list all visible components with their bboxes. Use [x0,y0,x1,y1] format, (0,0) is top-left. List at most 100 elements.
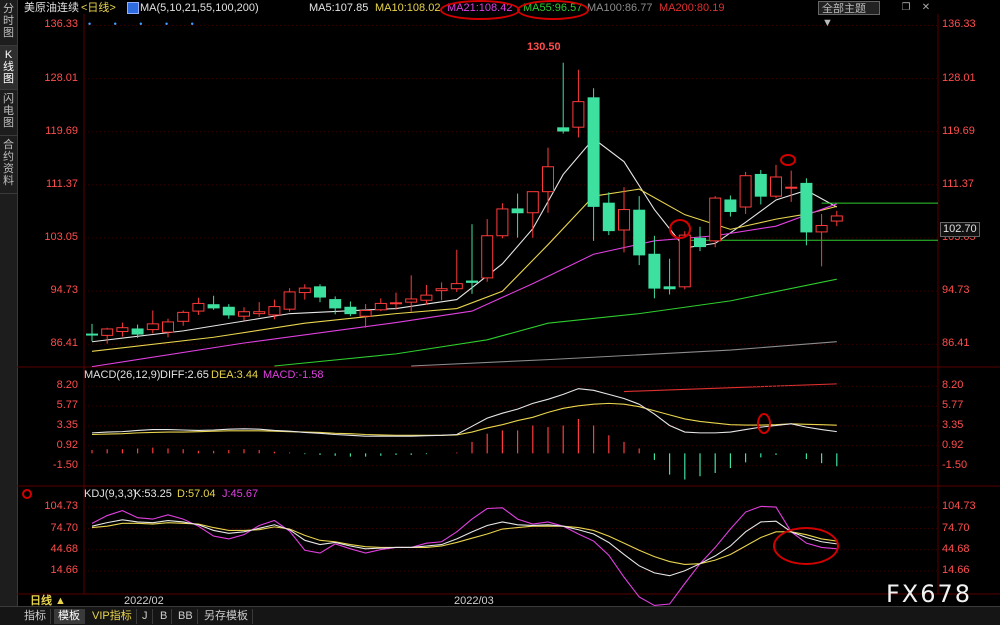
watermark: FX678 [886,580,973,608]
ma55-line [274,278,837,367]
candle-body [785,186,798,189]
candle-body [268,306,281,316]
candle [435,282,448,301]
candle [739,171,752,215]
macd-tick-left: 8.20 [56,379,78,392]
bottom-toolbar: 日线 ▲ 指标 模板 VIP指标 J B BB 另存模板 [0,595,1000,625]
candle-body [739,175,752,208]
candle-body [435,288,448,292]
kdj-tick-left: 14.66 [50,564,78,576]
candle-body [390,302,402,305]
annotation-ring-support [669,219,691,239]
candle-body [830,215,843,222]
candle-body [344,306,357,315]
candle [283,288,296,312]
tab-j[interactable]: J [138,609,153,624]
candle-body [177,311,190,322]
period-switch[interactable]: 日线 ▲ [30,595,66,608]
candle [572,69,585,138]
candle [724,195,737,217]
candle-body [405,298,418,303]
annotation-ring-macd-cross [757,413,771,434]
candle [359,304,372,328]
candle-body [253,311,266,315]
price-tick-left: 94.73 [50,284,78,297]
candle [298,284,311,300]
price-tick-right: 119.69 [942,124,975,137]
candle-body [101,328,114,336]
candle [481,219,494,282]
candle-body [511,208,524,214]
macd-tick-right: 3.35 [942,418,964,431]
candle [526,191,539,238]
candle-body [602,202,615,232]
price-tick-right: 128.01 [942,71,976,84]
price-tick-left: 136.33 [44,18,78,31]
candle [86,323,98,342]
price-tick-right: 111.37 [942,177,975,190]
kdj-tick-right: 104.73 [942,500,976,513]
candle [754,169,767,205]
candle [770,164,782,199]
candle-body [663,286,676,290]
candle [557,62,570,134]
candle [177,310,190,326]
candle-body [131,328,144,335]
high-price-label: 130.50 [527,41,561,53]
tab-save-template[interactable]: 另存模板 [200,609,253,624]
candle-body [587,97,600,207]
candle-body [207,304,220,309]
candle [633,196,646,266]
kdj-tick-right: 74.70 [942,521,970,534]
candle [678,231,691,290]
kdj-d: D:57.04 [177,488,216,500]
candle [800,178,813,246]
price-tick-left: 111.37 [45,177,78,190]
tab-template[interactable]: 模板 [54,609,85,624]
price-tick-left: 103.05 [44,230,78,243]
candle-body [238,311,250,317]
candle [116,322,129,337]
moving-average-lines [91,137,838,393]
macd-tick-right: 0.92 [942,438,964,451]
macd-diff: DIFF:2.65 [160,369,209,381]
candle [162,318,174,338]
candle-body [374,302,387,311]
candle [207,295,220,310]
kline-chart-window: 分时图 K线图 闪电图 合约资料 美原油连续 <日线> MA(5,10,21,5… [0,0,1000,625]
annotation-ring-kdj-cross [773,527,839,565]
tab-vip-indicator[interactable]: VIP指标 [88,609,137,624]
macd-tick-left: 0.92 [56,438,78,451]
candle-body [542,166,554,193]
candle [830,210,843,227]
candle [390,292,402,310]
macd-diff-line [91,388,837,437]
candle-body [314,286,326,298]
candle-body [709,197,722,242]
candle [694,226,706,252]
price-tick-left: 86.41 [50,337,78,350]
candle [602,192,615,236]
macd-tick-right: 5.77 [942,399,964,412]
candle-body [298,287,311,294]
candle [587,88,600,241]
candle [511,193,524,238]
macd-tick-left: -1.50 [52,458,78,471]
tab-indicator[interactable]: 指标 [20,609,51,624]
tab-bb[interactable]: BB [174,609,198,624]
candle-body [466,280,478,283]
candle [420,284,433,305]
macd-panel [84,385,938,480]
macd-dea: DEA:3.44 [211,369,259,381]
candle [450,249,463,292]
ma10-line [91,188,837,352]
candle [222,304,235,319]
tab-b[interactable]: B [156,609,173,624]
macd-tick-left: 5.77 [56,399,78,412]
candle [192,297,205,315]
kdj-tick-left: 74.70 [50,521,78,534]
candle [238,307,250,321]
annotation-ring-top [780,154,796,166]
macd-tick-left: 3.35 [56,418,78,431]
candle-body [678,234,691,288]
